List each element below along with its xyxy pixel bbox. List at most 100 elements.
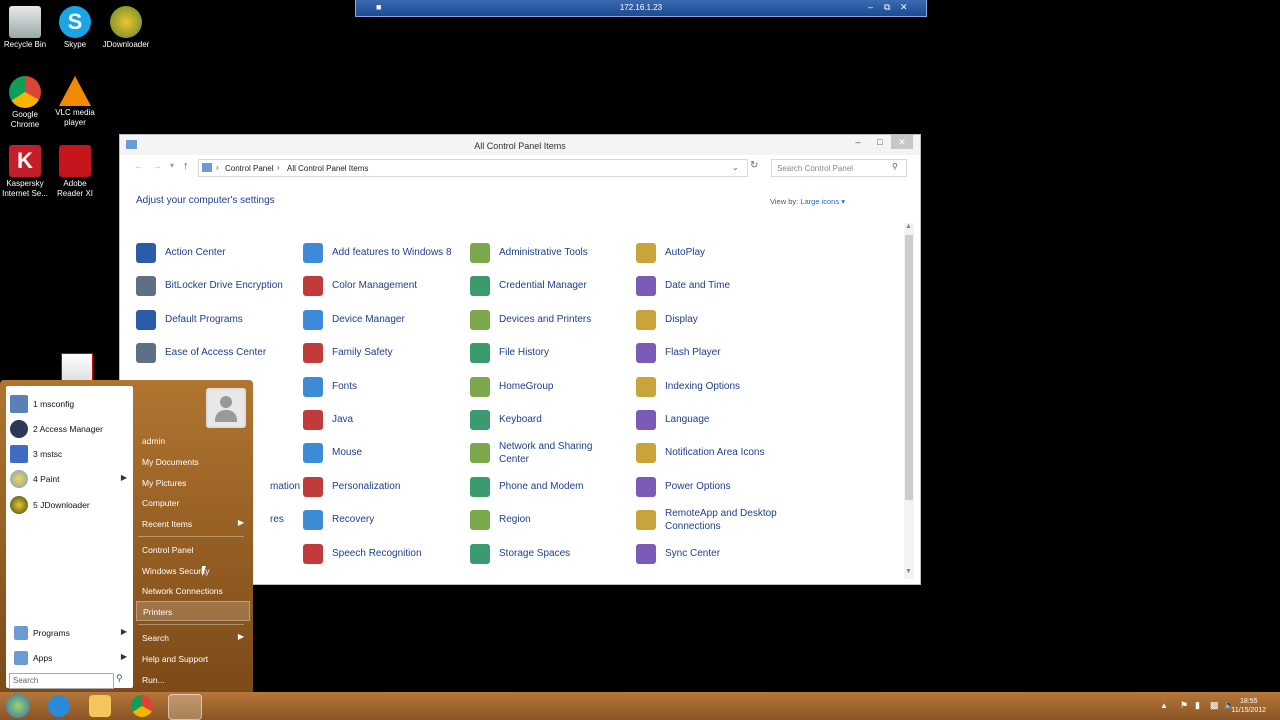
java-icon	[303, 410, 323, 430]
minimize-icon[interactable]: –	[868, 2, 873, 12]
address-bar[interactable]: › Control Panel › All Control Panel Item…	[198, 159, 748, 177]
start-item-search[interactable]: Search ▶	[136, 628, 248, 646]
page-heading: Adjust your computer's settings	[136, 195, 275, 206]
cp-item-label: RemoteApp and Desktop Connections	[665, 508, 777, 533]
cp-item-label: BitLocker Drive Encryption	[165, 280, 283, 292]
start-item-label: Search	[142, 633, 169, 643]
start-item-printers[interactable]: Printers	[136, 601, 250, 621]
programs-item[interactable]: Programs ▶	[8, 622, 131, 644]
start-button[interactable]	[6, 694, 30, 718]
file-explorer-icon[interactable]	[89, 695, 111, 717]
maximize-button[interactable]: □	[869, 135, 891, 149]
start-item-label: Computer	[142, 498, 180, 508]
up-icon[interactable]: ↑	[183, 160, 189, 172]
desktop-icon-kaspersky[interactable]: K Kaspersky Internet Se...	[0, 145, 50, 199]
cp-item-label: Speech Recognition	[332, 547, 422, 559]
start-item-user[interactable]: admin	[136, 431, 248, 449]
desktop-icon-vlc[interactable]: VLC media player	[50, 76, 100, 128]
start-item-help[interactable]: Help and Support	[136, 649, 248, 667]
clock[interactable]: 18:55 11/15/2012	[1231, 697, 1266, 715]
breadcrumb-all-items[interactable]: All Control Panel Items	[287, 164, 368, 173]
device-manager-icon	[303, 309, 323, 330]
desktop-icon-chrome[interactable]: Google Chrome	[0, 76, 50, 130]
start-item-network-connections[interactable]: Network Connections	[136, 581, 248, 599]
date-and-time-icon	[636, 276, 656, 297]
window-title: All Control Panel Items	[474, 141, 566, 151]
file-history-icon	[470, 343, 490, 364]
apps-item[interactable]: Apps ▶	[8, 647, 131, 669]
start-item-run[interactable]: Run...	[136, 670, 248, 688]
title-bar[interactable]: All Control Panel Items – □ ✕	[120, 135, 920, 155]
recent-program-paint[interactable]: 4 Paint ▶	[8, 468, 131, 490]
show-hidden-icons-icon[interactable]: ▲	[1160, 701, 1168, 710]
desktop-icon-jdownloader[interactable]: JDownloader	[101, 6, 151, 50]
speech-recognition-icon	[303, 543, 323, 564]
close-button[interactable]: ✕	[891, 135, 913, 149]
close-icon[interactable]: ✕	[900, 2, 908, 13]
recent-program-msconfig[interactable]: 1 msconfig	[8, 393, 131, 415]
internet-explorer-icon[interactable]	[48, 695, 70, 717]
start-item-my-pictures[interactable]: My Pictures	[136, 473, 248, 491]
scrollbar-thumb[interactable]	[905, 235, 913, 500]
recent-dropdown-icon[interactable]: ▾	[170, 161, 174, 170]
start-item-control-panel[interactable]: Control Panel	[136, 540, 248, 558]
administrative-tools-icon	[470, 243, 490, 263]
battery-icon[interactable]: ▮	[1195, 700, 1200, 711]
recent-program-access-manager[interactable]: 2 Access Manager	[8, 418, 131, 440]
clock-time: 18:55	[1239, 698, 1258, 705]
cp-item-label: Default Programs	[165, 313, 243, 325]
search-icon[interactable]: ⚲	[892, 162, 898, 171]
taskbar: ▲ ⚑ ▮ ▩ 🔈 18:55 11/15/2012	[0, 692, 1280, 720]
start-item-recent-items[interactable]: Recent Items ▶	[136, 514, 248, 532]
start-item-my-documents[interactable]: My Documents	[136, 452, 248, 470]
desktop-icon-label: Google Chrome	[10, 110, 40, 129]
recent-program-mstsc[interactable]: 3 mstsc	[8, 443, 131, 465]
credential-manager-icon	[470, 276, 490, 297]
remote-desktop-icon	[10, 445, 28, 463]
minimize-button[interactable]: –	[847, 135, 869, 149]
dropdown-arrow-icon[interactable]: ▾	[841, 197, 845, 206]
start-item-label: Control Panel	[142, 545, 194, 555]
flash-player-icon	[636, 343, 656, 364]
forward-icon[interactable]: →	[152, 161, 162, 172]
recent-program-jdownloader[interactable]: 5 JDownloader	[8, 494, 131, 516]
chrome-icon[interactable]	[131, 695, 153, 717]
fonts-icon	[303, 376, 323, 397]
cp-item-label: Display	[665, 313, 698, 325]
network-icon[interactable]: ▩	[1210, 700, 1219, 711]
add-features-to-windows-8-icon	[303, 243, 323, 263]
view-by-dropdown[interactable]: Large icons	[800, 197, 839, 206]
cp-item-label: Indexing Options	[665, 380, 741, 392]
default-programs-icon	[136, 309, 156, 330]
power-options-icon	[636, 476, 656, 497]
desktop-icon-label: Adobe Reader XI	[56, 179, 94, 198]
scroll-down-icon[interactable]: ▼	[905, 568, 912, 575]
desktop-icon-skype[interactable]: S Skype	[50, 6, 100, 50]
back-icon[interactable]: ←	[134, 161, 144, 172]
desktop-icon-adobe-reader[interactable]: Adobe Reader XI	[50, 145, 100, 199]
restore-icon[interactable]: ⧉	[884, 2, 890, 13]
submenu-arrow-icon: ▶	[237, 632, 244, 641]
scroll-up-icon[interactable]: ▲	[905, 223, 912, 230]
search-input[interactable]: Search Control Panel ⚲	[771, 159, 907, 177]
flag-icon[interactable]: ⚑	[1180, 700, 1188, 711]
desktop-icon-recycle-bin[interactable]: Recycle Bin	[0, 6, 50, 50]
start-item-computer[interactable]: Computer	[136, 493, 248, 511]
start-item-windows-security[interactable]: Windows Security	[136, 561, 248, 579]
user-avatar[interactable]	[206, 388, 246, 428]
cp-item-label: Java	[332, 414, 354, 425]
msconfig-icon	[10, 395, 28, 413]
submenu-arrow-icon: ▶	[120, 627, 127, 636]
refresh-icon[interactable]: ↻	[750, 160, 758, 171]
breadcrumb-control-panel[interactable]: Control Panel	[225, 164, 273, 173]
family-safety-icon	[303, 343, 323, 364]
search-icon[interactable]: ⚲	[116, 673, 123, 684]
separator	[138, 624, 244, 625]
rdp-host: 172.16.1.23	[619, 3, 663, 12]
vnc-icon[interactable]	[61, 353, 93, 383]
start-search-input[interactable]: Search	[9, 673, 114, 689]
control-panel-taskbar-button[interactable]	[168, 694, 202, 720]
cp-item-label: Phone and Modem	[499, 480, 584, 492]
cp-item-label: Sync Center	[665, 547, 721, 559]
chevron-down-icon[interactable]: ⌄	[732, 163, 739, 172]
